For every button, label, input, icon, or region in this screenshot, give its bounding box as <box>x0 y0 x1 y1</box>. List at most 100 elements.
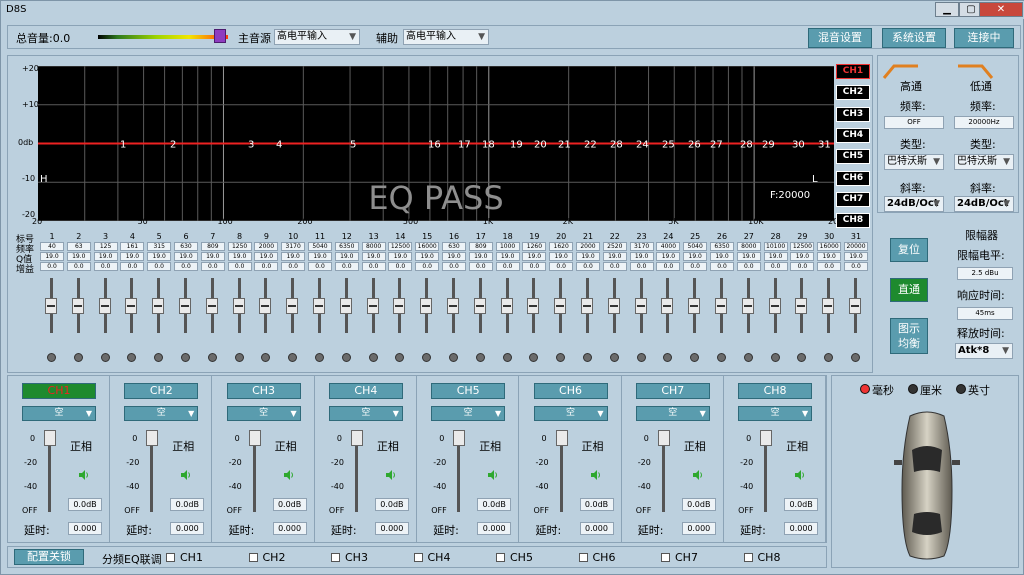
band-marker[interactable]: 2 <box>170 140 176 151</box>
channel-delay-field[interactable]: 0.000 <box>170 522 205 535</box>
band-toggle-dot[interactable] <box>609 353 619 362</box>
channel-mode-select[interactable]: 空 ▼ <box>738 406 813 421</box>
band-q-field[interactable]: 19.0 <box>174 252 198 261</box>
band-q-field[interactable]: 19.0 <box>254 252 279 261</box>
band-toggle-dot[interactable] <box>154 353 164 362</box>
channel-volume-knob[interactable] <box>350 430 363 446</box>
band-marker[interactable]: 22 <box>584 140 597 151</box>
band-gain-field[interactable]: 0.0 <box>415 262 440 271</box>
band-gain-field[interactable]: 0.0 <box>281 262 306 271</box>
band-gain-field[interactable]: 0.0 <box>683 262 708 271</box>
band-q-field[interactable]: 19.0 <box>66 252 91 261</box>
channel-delay-field[interactable]: 0.000 <box>68 522 102 535</box>
speaker-icon[interactable] <box>180 469 192 481</box>
band-gain-field[interactable]: 0.0 <box>817 262 842 271</box>
speaker-icon[interactable] <box>692 469 704 481</box>
band-q-field[interactable]: 19.0 <box>522 252 547 261</box>
band-gain-field[interactable]: 0.0 <box>93 262 118 271</box>
band-fader-knob[interactable] <box>259 298 272 314</box>
band-toggle-dot[interactable] <box>502 353 512 362</box>
band-fader-knob[interactable] <box>313 298 325 314</box>
eq-link-checkbox-ch2[interactable] <box>248 553 258 562</box>
band-gain-field[interactable]: 0.0 <box>388 262 413 271</box>
band-freq-field[interactable]: 12500 <box>790 242 815 251</box>
eq-link-checkbox-ch5[interactable] <box>496 553 505 562</box>
channel-name-button[interactable]: CH2 <box>124 383 199 399</box>
channel-mode-select[interactable]: 空 ▼ <box>328 406 403 421</box>
hp-type-select[interactable]: 巴特沃斯 ▼ <box>884 154 944 170</box>
band-fader-knob[interactable] <box>286 298 299 314</box>
band-marker[interactable]: 28 <box>610 140 623 151</box>
band-marker[interactable]: 16 <box>428 140 441 151</box>
channel-mode-select[interactable]: 空 ▼ <box>533 406 608 421</box>
band-marker[interactable]: 31 <box>818 140 831 151</box>
channel-gain-field[interactable]: 0.0dB <box>681 498 716 511</box>
band-toggle-dot[interactable] <box>529 353 539 362</box>
band-q-field[interactable]: 19.0 <box>683 252 708 261</box>
band-toggle-dot[interactable] <box>556 353 566 362</box>
channel-delay-field[interactable]: 0.000 <box>784 522 819 535</box>
band-toggle-dot[interactable] <box>422 353 432 362</box>
band-gain-field[interactable]: 0.0 <box>227 262 252 271</box>
eq-channel-button-ch8[interactable]: CH8 <box>836 213 870 229</box>
band-gain-field[interactable]: 0.0 <box>790 262 815 271</box>
release-select[interactable]: Atk*8 ▼ <box>955 343 1013 359</box>
band-toggle-dot[interactable] <box>261 353 271 362</box>
band-fader-knob[interactable] <box>98 298 111 314</box>
channel-delay-field[interactable]: 0.000 <box>272 522 307 535</box>
band-gain-field[interactable]: 0.0 <box>763 262 788 271</box>
eq-graph[interactable]: 1 2 3 4 5 16 17 18 19 20 21 22 28 24 25 26 27 28 29 30 31 EQ … <box>38 66 834 221</box>
close-button[interactable]: ✕ <box>979 2 1023 17</box>
channel-volume-knob[interactable] <box>44 430 56 446</box>
main-source-select[interactable]: 高电平输入 ▼ <box>274 29 360 45</box>
band-freq-field[interactable]: 5040 <box>683 242 708 251</box>
band-gain-field[interactable]: 0.0 <box>334 262 359 271</box>
band-fader-knob[interactable] <box>795 298 808 314</box>
channel-gain-field[interactable]: 0.0dB <box>374 498 409 511</box>
channel-mode-select[interactable]: 空 ▼ <box>635 406 710 421</box>
band-fader-knob[interactable] <box>447 298 459 314</box>
band-gain-field[interactable]: 0.0 <box>120 262 145 271</box>
band-fader-knob[interactable] <box>607 298 620 314</box>
band-freq-field[interactable]: 6350 <box>710 242 734 251</box>
channel-gain-field[interactable]: 0.0dB <box>477 498 512 511</box>
band-freq-field[interactable]: 6350 <box>334 242 359 251</box>
phase-label[interactable]: 正相 <box>582 438 604 454</box>
minimize-button[interactable]: ▁ <box>935 2 959 17</box>
channel-mode-select[interactable]: 空 ▼ <box>124 406 199 421</box>
lp-freq-field[interactable]: 20000Hz <box>954 116 1014 129</box>
band-toggle-dot[interactable] <box>315 353 324 362</box>
band-toggle-dot[interactable] <box>181 353 190 362</box>
band-marker[interactable]: 1 <box>120 140 126 151</box>
phase-label[interactable]: 正相 <box>479 438 501 454</box>
band-fader-knob[interactable] <box>500 298 513 314</box>
band-fader-knob[interactable] <box>581 298 593 314</box>
band-toggle-dot[interactable] <box>368 353 378 362</box>
band-q-field[interactable]: 19.0 <box>817 252 842 261</box>
band-q-field[interactable]: 19.0 <box>763 252 788 261</box>
channel-gain-field[interactable]: 0.0dB <box>272 498 307 511</box>
channel-name-button[interactable]: CH4 <box>328 383 403 399</box>
speaker-icon[interactable] <box>487 469 499 481</box>
band-q-field[interactable]: 19.0 <box>656 252 681 261</box>
channel-volume-knob[interactable] <box>146 430 159 446</box>
band-marker[interactable]: 4 <box>276 140 282 151</box>
band-gain-field[interactable]: 0.0 <box>656 262 681 271</box>
band-fader-knob[interactable] <box>741 298 754 314</box>
channel-mode-select[interactable]: 空 ▼ <box>431 406 506 421</box>
band-marker[interactable]: 28 <box>740 140 753 151</box>
band-q-field[interactable]: 19.0 <box>361 252 386 261</box>
bypass-button[interactable]: 直通 <box>890 278 928 302</box>
speaker-icon[interactable] <box>385 469 397 481</box>
channel-gain-field[interactable]: 0.0dB <box>579 498 614 511</box>
band-gain-field[interactable]: 0.0 <box>147 262 172 271</box>
band-q-field[interactable]: 19.0 <box>415 252 440 261</box>
eq-channel-button-ch6[interactable]: CH6 <box>836 170 870 186</box>
eq-link-checkbox-ch4[interactable] <box>413 553 423 562</box>
band-fader-knob[interactable] <box>554 298 567 314</box>
band-gain-field[interactable]: 0.0 <box>308 262 332 271</box>
eq-link-checkbox-ch3[interactable] <box>331 553 340 562</box>
band-freq-field[interactable]: 315 <box>147 242 172 251</box>
band-q-field[interactable]: 19.0 <box>200 252 225 261</box>
channel-volume-knob[interactable] <box>453 430 466 446</box>
